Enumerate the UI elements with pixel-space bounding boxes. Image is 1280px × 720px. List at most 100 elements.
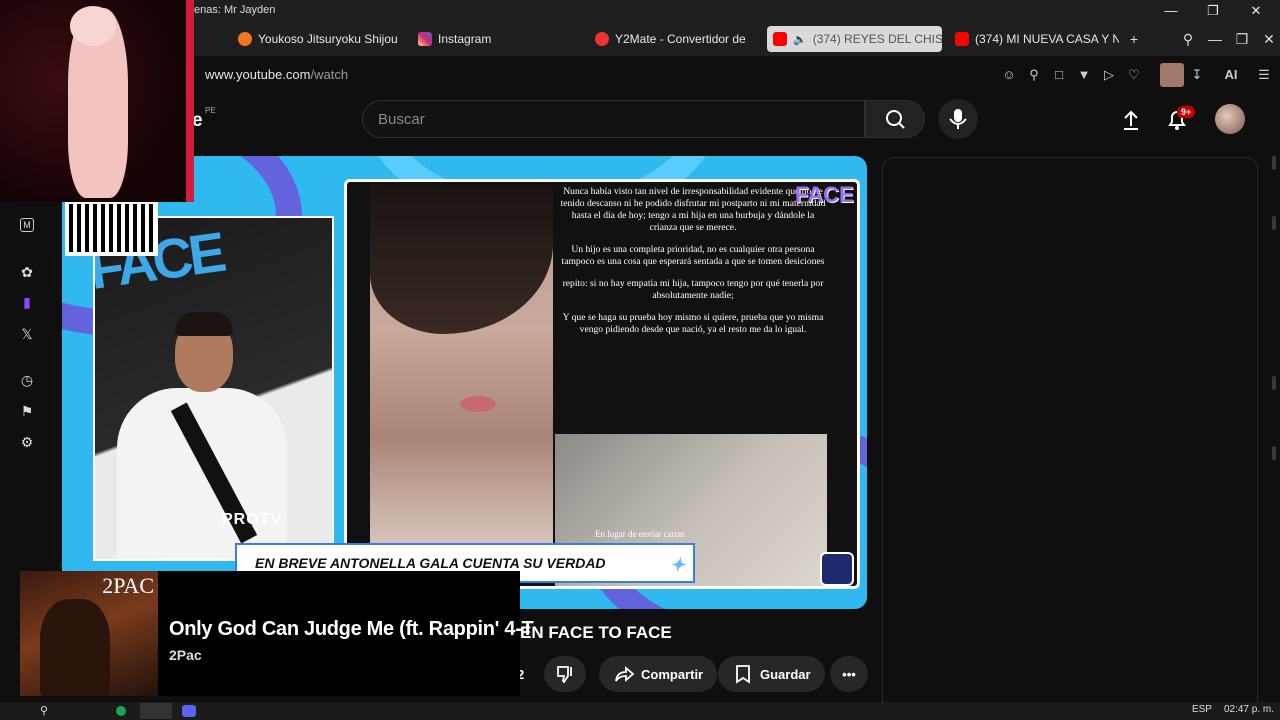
minimize-icon[interactable]: — <box>1160 2 1182 20</box>
instagram-icon <box>418 32 432 46</box>
video-player[interactable]: FACE PROTV Nunca había visto tan nivel d… <box>62 156 867 609</box>
scrollbar[interactable] <box>1272 156 1278 706</box>
face-logo: FACE <box>795 182 854 207</box>
ai-button[interactable]: AI <box>1216 66 1246 84</box>
share-button[interactable]: Compartir <box>599 656 718 692</box>
settings-icon[interactable]: ⚙ <box>17 432 37 452</box>
stream-overlay-art <box>0 0 194 202</box>
statement-text: Nunca había visto tan nivel de irrespons… <box>559 186 827 408</box>
more-icon: ••• <box>842 666 856 682</box>
statement-paragraph: Un hijo es una completa prioridad, no es… <box>561 243 825 267</box>
search-icon[interactable]: ⚲ <box>40 704 54 718</box>
speaker-icon[interactable]: 🔈 <box>793 33 807 46</box>
song-artist: 2Pac <box>169 647 202 663</box>
spotify-icon[interactable] <box>116 706 126 716</box>
tab-youkoso[interactable]: Youkoso Jitsuryoku Shijou <box>232 26 402 52</box>
overlay-hair <box>70 6 116 46</box>
lang-indicator[interactable]: ESP <box>1192 704 1212 715</box>
save-label: Guardar <box>760 666 811 682</box>
overlay-border <box>186 0 194 202</box>
share-icon <box>615 666 635 682</box>
youtube-icon <box>773 32 787 46</box>
download-icon[interactable]: ↧ <box>1188 66 1206 84</box>
pin-icon[interactable]: ⚲ <box>1025 66 1043 84</box>
restore-icon[interactable]: ❐ <box>1202 2 1224 20</box>
search-button[interactable] <box>865 100 925 138</box>
now-playing-overlay: 2PAC Only God Can Judge Me (ft. Rappin' … <box>20 571 534 696</box>
photo-hair <box>370 184 553 334</box>
song-title: Only God Can Judge Me (ft. Rappin' 4-T <box>169 618 534 640</box>
pocket-icon[interactable]: ▼ <box>1075 66 1093 84</box>
upload-icon <box>1124 110 1138 130</box>
search-tabs-icon[interactable]: ⚲ <box>1179 30 1197 48</box>
mic-icon <box>949 109 967 129</box>
close-icon[interactable]: ✕ <box>1245 2 1267 20</box>
bookmark-icon <box>736 665 750 684</box>
taskbar: ⚲ ESP 02:47 p. m. <box>0 702 1280 720</box>
share-label: Compartir <box>641 666 704 682</box>
woman-photo <box>370 184 553 544</box>
statement-paragraph: Y que se haga su prueba hoy mismo si qui… <box>562 311 824 335</box>
system-tray: ESP 02:47 p. m. <box>1192 704 1274 715</box>
twitch-icon[interactable]: ▮ <box>17 292 37 312</box>
upload-button[interactable] <box>1116 104 1146 134</box>
sparkle-icon: ✦ <box>669 555 685 575</box>
video-title: EN FACE TO FACE <box>520 623 672 642</box>
region-label: PE <box>205 106 216 115</box>
tab-reyes-del-chisme[interactable]: 🔈 (374) REYES DEL CHIS <box>767 26 942 52</box>
play-icon[interactable]: ▷ <box>1100 66 1118 84</box>
host-camera-frame: FACE <box>93 216 334 561</box>
protv-watermark: PROTV <box>222 511 283 528</box>
youtube-icon <box>955 32 969 46</box>
menu-icon[interactable]: ☰ <box>1255 66 1273 84</box>
tab-label: Youkoso Jitsuryoku Shijou <box>258 32 398 46</box>
screenshot-icon[interactable]: □ <box>1050 66 1068 84</box>
restore-icon[interactable]: ❐ <box>1233 30 1251 48</box>
statement-paragraph: repito: si no hay empatía mi hija, tampo… <box>562 277 824 301</box>
profile-icon[interactable] <box>1160 63 1184 87</box>
y2mate-icon <box>595 32 609 46</box>
heart-icon[interactable]: ♡ <box>1125 66 1143 84</box>
host-hair <box>175 312 233 336</box>
channel-corner-logo <box>820 552 854 586</box>
more-actions-button[interactable]: ••• <box>830 656 868 692</box>
save-button[interactable]: Guardar <box>718 656 825 692</box>
tab-instagram[interactable]: Instagram <box>412 26 562 52</box>
tab-label: Instagram <box>438 32 492 46</box>
tab-label: (374) REYES DEL CHIS <box>812 32 942 46</box>
album-text: 2PAC <box>102 573 154 598</box>
voice-search-button[interactable] <box>938 99 978 139</box>
discord-icon[interactable] <box>182 705 196 717</box>
search-input[interactable]: Buscar <box>362 100 865 138</box>
mail-icon[interactable]: M <box>20 218 34 232</box>
window-title: enas: Mr Jayden <box>194 4 276 16</box>
album-figure <box>40 599 110 696</box>
story-panel: Nunca había visto tan nivel de irrespons… <box>344 179 860 589</box>
search-placeholder: Buscar <box>378 111 425 128</box>
dislike-button[interactable] <box>544 656 586 692</box>
photo-caption: En lugar de enviar cartas <box>595 529 685 539</box>
album-art: 2PAC <box>20 571 158 696</box>
tab-label: (374) MI NUEVA CASA Y N <box>975 32 1119 46</box>
banner-text: EN BREVE ANTONELLA GALA CUENTA SU VERDAD <box>255 555 606 571</box>
minimize-icon[interactable]: — <box>1206 30 1224 48</box>
avatar[interactable] <box>1215 104 1245 134</box>
recommendations-panel <box>882 157 1258 717</box>
tab-y2mate[interactable]: Y2Mate - Convertidor de <box>589 26 754 52</box>
chatgpt-icon[interactable]: ✿ <box>17 262 37 282</box>
close-icon[interactable]: ✕ <box>1260 30 1278 48</box>
photo-lips <box>460 396 496 412</box>
url-text[interactable]: www.youtube.com/watch <box>205 67 348 82</box>
history-icon[interactable]: ◷ <box>17 370 37 390</box>
x-icon[interactable]: 𝕏 <box>17 324 37 344</box>
search-icon <box>886 110 905 129</box>
clock[interactable]: 02:47 p. m. <box>1224 704 1274 715</box>
crunchyroll-icon <box>238 32 252 46</box>
emoji-icon[interactable]: ☺ <box>1000 66 1018 84</box>
tab-label: Y2Mate - Convertidor de <box>615 32 746 46</box>
extensions-icon[interactable]: ⚑ <box>17 401 37 421</box>
tab-mi-nueva-casa[interactable]: (374) MI NUEVA CASA Y N <box>949 26 1119 52</box>
taskbar-app[interactable] <box>140 703 172 719</box>
new-tab-icon[interactable]: + <box>1125 30 1143 48</box>
qr-code <box>65 200 158 256</box>
